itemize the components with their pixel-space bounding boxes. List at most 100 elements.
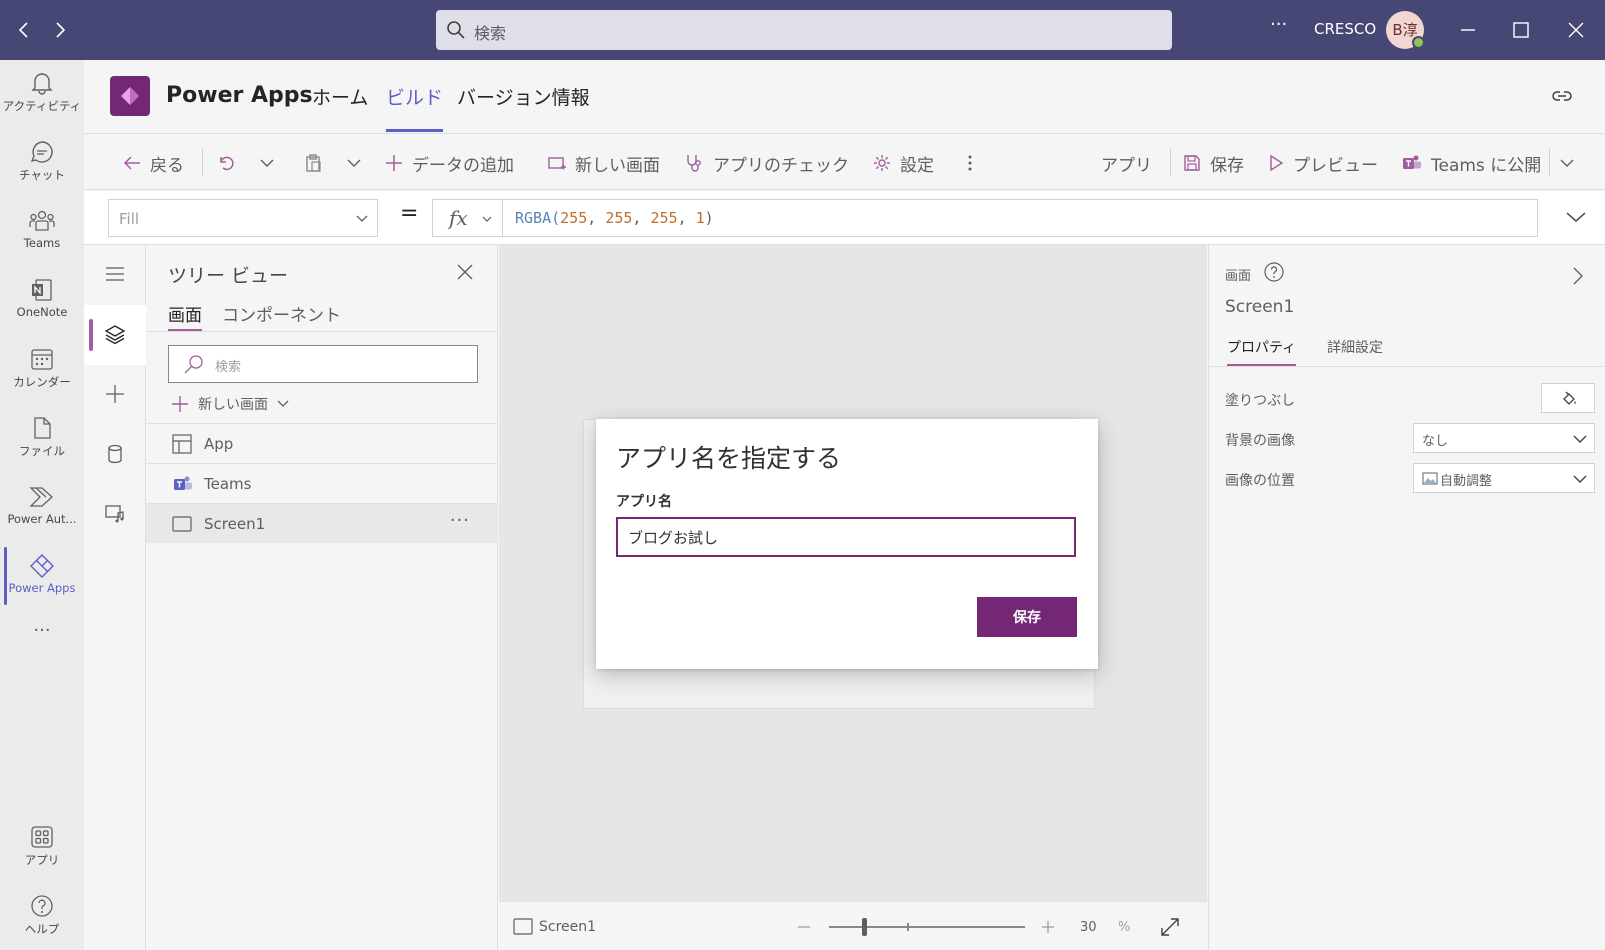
property-dropdown[interactable]: Fill [108,199,378,237]
rail-item-activity[interactable]: アクティビティ [0,60,84,126]
divider [202,149,203,177]
zoom-tick [907,923,909,931]
zoom-slider[interactable] [829,917,1025,937]
rail-item-apps[interactable]: アプリ [0,814,84,880]
tab-properties[interactable]: プロパティ [1227,337,1297,367]
settings-button[interactable]: 設定 [872,149,934,177]
zoom-unit: % [1118,920,1131,935]
publish-label: Teams に公開 [1431,155,1542,176]
chevron-right-icon [1573,267,1583,285]
rail-item-teams[interactable]: Teams [0,198,84,264]
tab-about[interactable]: バージョン情報 [457,83,590,110]
back-nav-icon[interactable] [12,18,36,42]
image-position-dropdown[interactable]: 自動調整 [1413,463,1595,493]
rail-item-chat[interactable]: チャット [0,129,84,195]
tab-screens[interactable]: 画面 [168,301,202,332]
rail-item-help[interactable]: ヘルプ [0,883,84,949]
fx-button[interactable]: fx [433,200,503,236]
image-icon [1422,472,1438,485]
publish-dropdown[interactable] [1559,149,1575,177]
save-button[interactable]: 保存 [1182,149,1244,177]
rail-item-power-apps[interactable]: Power Apps [0,543,84,609]
rail-item-label: Power Apps [8,581,76,595]
tree-item-app[interactable]: App [146,423,498,463]
tree-item-teams[interactable]: Teams [146,463,498,503]
power-apps-logo-icon [110,76,150,116]
paste-dropdown[interactable] [346,149,362,177]
tree-search-input[interactable]: 検索 [168,345,478,383]
new-screen-label: 新しい画面 [198,397,268,413]
app-checker-label: アプリのチェック [713,155,849,176]
chevron-down-icon [260,159,274,167]
publish-to-teams-button[interactable]: Teams に公開 [1401,149,1541,177]
hamburger-menu-icon[interactable] [84,245,146,305]
new-screen-button[interactable]: 新しい画面 [170,391,290,417]
rail-item-label: OneNote [16,305,68,319]
more-options-icon[interactable]: ··· [450,510,470,531]
rail-item-calendar[interactable]: カレンダー [0,336,84,402]
link-icon[interactable] [1550,84,1574,108]
power-automate-icon [29,487,53,507]
teams-icon [1403,155,1421,169]
selected-screen-name: Screen1 [1225,297,1295,317]
zoom-thumb[interactable] [861,918,867,936]
expand-formula-icon[interactable] [1564,205,1588,229]
search-input[interactable]: 検索 [436,10,1172,50]
rail-item-files[interactable]: ファイル [0,405,84,471]
teams-icon [29,210,55,231]
new-screen-button[interactable]: 新しい画面 [547,149,660,177]
minimize-icon[interactable] [1456,18,1480,42]
chevron-down-icon [482,216,492,222]
forward-nav-icon[interactable] [48,18,72,42]
formula-input[interactable]: fx RGBA(255, 255, 255, 1) [432,199,1538,237]
new-screen-icon [548,157,566,170]
paste-icon [306,154,321,172]
more-options-icon[interactable]: ··· [1270,14,1287,35]
paste-button[interactable] [303,149,323,177]
equals-sign: = [400,201,419,226]
plus-icon [386,155,402,171]
rail-more-icon[interactable]: ··· [0,620,84,641]
tab-components[interactable]: コンポーネント [222,301,341,326]
add-data-button[interactable]: データの追加 [384,149,514,177]
undo-dropdown[interactable] [259,149,275,177]
fit-to-window-icon [1161,918,1179,936]
overflow-menu-icon[interactable] [966,149,974,177]
tab-build[interactable]: ビルド [386,83,444,132]
chevron-down-icon [356,215,368,222]
app-name-input[interactable] [616,517,1076,557]
app-button[interactable]: アプリ [1101,149,1152,177]
media-icon[interactable] [84,485,146,545]
background-image-dropdown[interactable]: なし [1413,423,1595,453]
search-placeholder: 検索 [474,24,507,43]
background-image-label: 背景の画像 [1225,433,1295,449]
chevron-down-icon [1560,159,1574,167]
maximize-icon[interactable] [1509,18,1533,42]
app-checker-button[interactable]: アプリのチェック [683,149,849,177]
avatar[interactable]: B淳 [1386,11,1425,49]
search-icon [184,355,203,374]
rail-item-label: Teams [23,236,61,250]
tree-view-layers-icon[interactable] [84,305,146,365]
rail-item-power-automate[interactable]: Power Aut... [0,474,84,540]
fill-color-picker[interactable] [1541,383,1595,413]
rail-item-onenote[interactable]: OneNote [0,267,84,333]
footer-screen-name: Screen1 [539,919,597,935]
insert-plus-icon[interactable] [84,365,146,425]
new-screen-label: 新しい画面 [575,155,660,176]
close-icon[interactable] [456,263,474,281]
formula-function: RGBA( [515,209,561,227]
bell-icon [31,73,53,95]
data-cylinder-icon[interactable] [84,425,146,485]
preview-button[interactable]: プレビュー [1267,149,1378,177]
org-name: CRESCO [1314,20,1377,38]
tab-advanced[interactable]: 詳細設定 [1327,337,1383,357]
tree-item-screen1[interactable]: Screen1 ··· [146,503,498,543]
back-button[interactable]: 戻る [122,149,184,177]
power-apps-icon [30,554,54,578]
presence-available-icon [1412,36,1425,49]
tab-home[interactable]: ホーム [312,83,368,110]
close-window-icon[interactable] [1564,18,1588,42]
dialog-save-button[interactable]: 保存 [977,597,1077,637]
undo-button[interactable] [216,149,236,177]
